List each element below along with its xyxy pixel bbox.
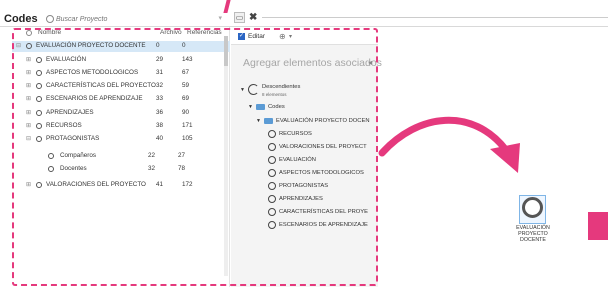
chevron-down-icon[interactable]: ▾ <box>218 14 222 22</box>
annotation-block <box>588 212 608 240</box>
toolbar-button[interactable]: ▭ <box>234 12 245 23</box>
annotation-curved-arrow <box>378 116 520 173</box>
annotation-dashed-box <box>12 28 378 286</box>
search-box[interactable]: ▾ <box>46 13 226 26</box>
close-button[interactable]: ✖ <box>249 12 257 23</box>
search-input[interactable] <box>56 13 216 25</box>
node-label: EVALUACIÓN PROYECTO DOCENTE <box>508 225 558 243</box>
node-label-line: DOCENTE <box>520 237 546 243</box>
panel-title: Codes <box>4 13 38 25</box>
top-toolbar: Codes ▾ ▭ ✖ <box>0 0 608 27</box>
code-icon <box>522 197 543 218</box>
divider <box>262 17 608 18</box>
search-icon <box>46 15 54 23</box>
